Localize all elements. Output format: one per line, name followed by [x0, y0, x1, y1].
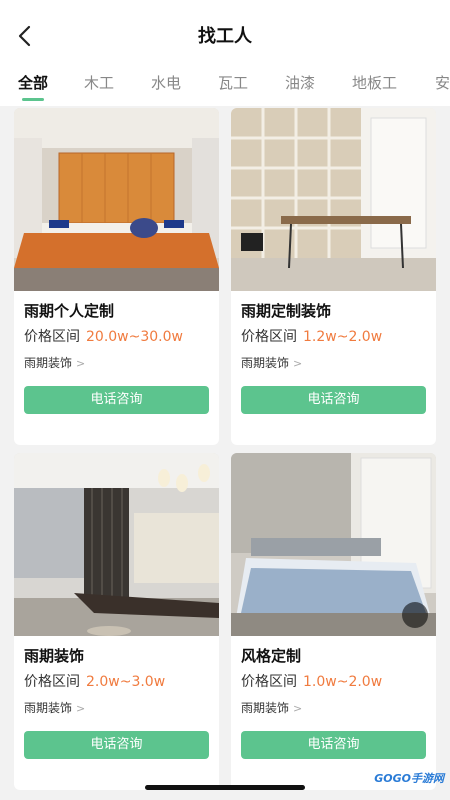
card-price: 价格区间 1.2w~2.0w	[241, 326, 382, 346]
active-tab-indicator	[22, 98, 44, 101]
price-value: 2.0w~3.0w	[86, 674, 166, 690]
call-consult-button[interactable]: 电话咨询	[241, 386, 426, 414]
card-name: 风格定制	[241, 647, 302, 665]
price-value: 1.2w~2.0w	[303, 329, 383, 345]
price-value: 20.0w~30.0w	[86, 329, 183, 345]
worker-card[interactable]: 雨期个人定制 价格区间 20.0w~30.0w 雨期装饰 > 电话咨询	[14, 108, 219, 445]
watermark-logo: GOGO手游网	[374, 772, 444, 785]
tab-install[interactable]: 安	[435, 72, 450, 93]
card-photo	[231, 108, 436, 291]
worker-card[interactable]: 雨期定制装饰 价格区间 1.2w~2.0w 雨期装饰 > 电话咨询	[231, 108, 436, 445]
home-indicator	[145, 785, 305, 790]
worker-card[interactable]: 风格定制 价格区间 1.0w~2.0w 雨期装饰 > 电话咨询	[231, 453, 436, 790]
chevron-right-icon: >	[76, 702, 86, 715]
card-photo	[231, 453, 436, 636]
card-price: 价格区间 2.0w~3.0w	[24, 671, 165, 691]
price-label: 价格区间	[24, 674, 80, 690]
price-label: 价格区间	[241, 674, 297, 690]
card-price: 价格区间 20.0w~30.0w	[24, 326, 183, 346]
chevron-right-icon: >	[293, 357, 303, 370]
worker-card[interactable]: 雨期装饰 价格区间 2.0w~3.0w 雨期装饰 > 电话咨询	[14, 453, 219, 790]
price-value: 1.0w~2.0w	[303, 674, 383, 690]
tab-painting[interactable]: 油漆	[285, 72, 315, 93]
header: 找工人	[0, 0, 450, 70]
tab-plumbing-electric[interactable]: 水电	[151, 72, 181, 93]
company-link[interactable]: 雨期装饰 >	[24, 699, 85, 716]
card-photo	[14, 453, 219, 636]
chevron-right-icon: >	[76, 357, 86, 370]
call-consult-button[interactable]: 电话咨询	[241, 731, 426, 759]
tab-tiling[interactable]: 瓦工	[218, 72, 248, 93]
card-name: 雨期定制装饰	[241, 302, 332, 320]
card-photo	[14, 108, 219, 291]
page-title: 找工人	[198, 26, 252, 47]
chevron-right-icon: >	[293, 702, 303, 715]
card-price: 价格区间 1.0w~2.0w	[241, 671, 382, 691]
play-video-icon[interactable]	[402, 602, 428, 628]
tab-flooring[interactable]: 地板工	[352, 72, 397, 93]
tab-all[interactable]: 全部	[18, 72, 48, 93]
company-link[interactable]: 雨期装饰 >	[24, 354, 85, 371]
company-name: 雨期装饰	[24, 356, 73, 370]
company-name: 雨期装饰	[241, 701, 290, 715]
call-consult-button[interactable]: 电话咨询	[24, 731, 209, 759]
card-name: 雨期个人定制	[24, 302, 115, 320]
company-name: 雨期装饰	[24, 701, 73, 715]
card-name: 雨期装饰	[24, 647, 85, 665]
price-label: 价格区间	[241, 329, 297, 345]
company-link[interactable]: 雨期装饰 >	[241, 699, 302, 716]
price-label: 价格区间	[24, 329, 80, 345]
company-link[interactable]: 雨期装饰 >	[241, 354, 302, 371]
call-consult-button[interactable]: 电话咨询	[24, 386, 209, 414]
tab-carpentry[interactable]: 木工	[84, 72, 114, 93]
company-name: 雨期装饰	[241, 356, 290, 370]
category-tabs: 全部 木工 水电 瓦工 油漆 地板工 安	[0, 70, 450, 106]
